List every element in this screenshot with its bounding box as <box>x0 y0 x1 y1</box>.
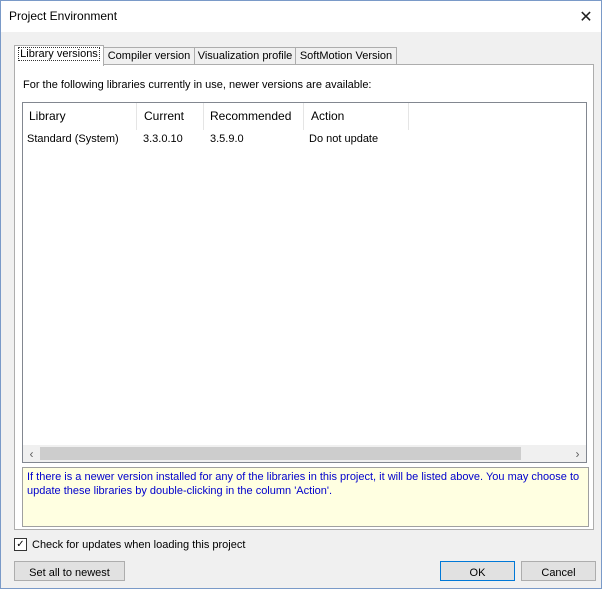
tab-library-versions[interactable]: Library versions <box>14 45 104 66</box>
cell-current: 3.3.0.10 <box>143 133 183 145</box>
column-header-action[interactable]: Action <box>311 103 344 130</box>
tab-softmotion-version[interactable]: SoftMotion Version <box>295 47 397 65</box>
hint-box: If there is a newer version installed fo… <box>22 467 589 527</box>
column-divider[interactable] <box>408 103 409 130</box>
tab-compiler-version[interactable]: Compiler version <box>103 47 195 65</box>
cell-library: Standard (System) <box>27 133 119 145</box>
library-list[interactable]: Library Current Recommended Action Stand… <box>22 102 587 463</box>
cancel-button[interactable]: Cancel <box>521 561 596 581</box>
tab-label: Visualization profile <box>197 50 293 62</box>
scroll-left-icon[interactable]: ‹ <box>23 445 40 462</box>
tab-label: Compiler version <box>107 50 191 62</box>
check-updates-label: Check for updates when loading this proj… <box>32 538 246 551</box>
check-updates-option[interactable]: ✓ Check for updates when loading this pr… <box>14 538 245 551</box>
title-bar: Project Environment ✕ <box>1 1 601 32</box>
library-versions-panel: For the following libraries currently in… <box>14 64 594 530</box>
set-all-newest-button[interactable]: Set all to newest <box>14 561 125 581</box>
column-divider[interactable] <box>303 103 304 130</box>
tab-label: SoftMotion Version <box>299 50 393 62</box>
tab-label: Library versions <box>18 47 100 61</box>
info-text: For the following libraries currently in… <box>23 79 372 91</box>
column-header-library[interactable]: Library <box>29 103 66 130</box>
scroll-right-icon[interactable]: › <box>569 445 586 462</box>
cell-action[interactable]: Do not update <box>309 133 378 145</box>
column-header-recommended[interactable]: Recommended <box>210 103 291 130</box>
close-icon[interactable]: ✕ <box>571 1 601 32</box>
tab-visualization-profile[interactable]: Visualization profile <box>194 47 296 65</box>
horizontal-scrollbar[interactable]: ‹ › <box>23 445 586 462</box>
project-environment-dialog: Project Environment ✕ Library versions C… <box>0 0 602 589</box>
column-divider[interactable] <box>203 103 204 130</box>
ok-button[interactable]: OK <box>440 561 515 581</box>
cell-recommended: 3.5.9.0 <box>210 133 244 145</box>
column-header-current[interactable]: Current <box>144 103 184 130</box>
scrollbar-thumb[interactable] <box>40 447 521 460</box>
window-title: Project Environment <box>9 9 118 23</box>
checkbox-checked-icon[interactable]: ✓ <box>14 538 27 551</box>
column-divider[interactable] <box>136 103 137 130</box>
